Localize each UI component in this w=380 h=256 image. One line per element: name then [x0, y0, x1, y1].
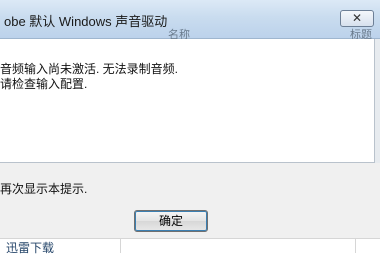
message-line-2: 请检查输入配置. [0, 77, 88, 91]
background-list-row [0, 238, 380, 254]
close-button[interactable]: ✕ [340, 10, 374, 27]
show-again-checkbox[interactable]: 再次显示本提示. [0, 180, 87, 197]
bg-column-divider [120, 238, 121, 253]
close-icon: ✕ [351, 11, 363, 25]
dialog-title: obe 默认 Windows 声音驱动 [4, 14, 168, 29]
message-panel: 音频输入尚未激活. 无法录制音频. 请检查输入配置. [0, 39, 375, 163]
dialog-titlebar: obe 默认 Windows 声音驱动 名称 标题 ✕ [0, 0, 380, 41]
background-window-edge [375, 39, 380, 163]
ok-button[interactable]: 确定 [134, 210, 208, 232]
bg-column-divider [355, 238, 356, 253]
bg-download-item[interactable]: 迅雷下载 [6, 239, 54, 256]
